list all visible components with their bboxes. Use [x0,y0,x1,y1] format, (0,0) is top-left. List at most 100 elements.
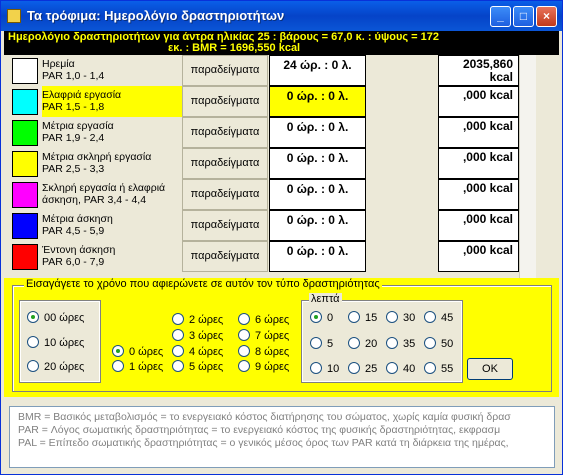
minimize-button[interactable]: _ [490,6,511,27]
note-pal: PAL = Επίπεδο σωματικής δραστηριότητας =… [18,437,509,449]
radio-dot [310,362,322,374]
summary-header: Ημερολόγιο δραστηριοτήτων για άντρα ηλικ… [4,31,559,55]
radio-dot [112,360,124,372]
time-cell[interactable]: 0 ώρ. : 0 λ. [269,148,366,179]
radio-dot [238,329,250,341]
radio-dot [172,345,184,357]
radio-00-hours[interactable]: 00 ώρες [27,311,84,327]
radio-dot [27,336,39,348]
radio-dot [238,313,250,325]
radio-minutes-25[interactable]: 25 [348,362,377,378]
radio-dot [310,337,322,349]
radio-minutes-5[interactable]: 5 [310,337,333,353]
examples-button[interactable]: παραδείγματα [182,117,268,148]
radio-8-hours[interactable]: 8 ώρες [238,345,289,361]
examples-button[interactable]: παραδείγματα [182,241,268,272]
radio-dot [424,337,436,349]
examples-button[interactable]: παραδείγματα [182,86,268,117]
kcal-cell: ,000 kcal [438,210,519,241]
radio-0-hours[interactable]: 0 ώρες [112,345,163,361]
radio-5-hours[interactable]: 5 ώρες [172,360,223,376]
panel-legend: Εισαγάγετε το χρόνο που αφιερώνετε σε αυ… [24,278,382,290]
radio-2-hours[interactable]: 2 ώρες [172,313,223,329]
vertical-scrollbar[interactable] [519,55,536,279]
close-button[interactable]: × [536,6,557,27]
radio-minutes-10[interactable]: 10 [310,362,339,378]
radio-dot [112,345,124,357]
radio-dot [386,311,398,323]
minutes-title: λεπτά [309,293,342,305]
radio-dot [238,345,250,357]
radio-minutes-55[interactable]: 55 [424,362,453,378]
kcal-cell: ,000 kcal [438,241,519,272]
examples-button[interactable]: παραδείγματα [182,210,268,241]
radio-minutes-45[interactable]: 45 [424,311,453,327]
radio-dot [348,311,360,323]
activity-row: Μέτρια σκληρή εργασία PAR 2,5 - 3,3 παραδ… [4,148,519,179]
radio-minutes-20[interactable]: 20 [348,337,377,353]
radio-dot [238,360,250,372]
time-cell[interactable]: 0 ώρ. : 0 λ. [269,210,366,241]
color-swatch [12,120,38,146]
activity-label: Έντονη άσκηση PAR 6,0 - 7,9 [42,244,116,268]
color-swatch [12,151,38,177]
activity-label: Μέτρια άσκηση PAR 4,5 - 5,9 [42,213,113,237]
tens-hours-group: 00 ώρες 10 ώρες 20 ώρες [19,300,101,383]
radio-9-hours[interactable]: 9 ώρες [238,360,289,376]
time-cell[interactable]: 0 ώρ. : 0 λ. [269,117,366,148]
activity-row: Μέτρια άσκηση PAR 4,5 - 5,9 παραδείγματα … [4,210,519,241]
activity-label: Μέτρια σκληρή εργασία PAR 2,5 - 3,3 [42,151,152,175]
kcal-cell: 2035,860 kcal [438,55,519,86]
activity-row: Μέτρια εργασία PAR 1,9 - 2,4 παραδείγματα… [4,117,519,148]
definitions-box[interactable]: BMR = Βασικός μεταβολισμός = το ενεργεια… [9,406,555,468]
time-cell[interactable]: 0 ώρ. : 0 λ. [269,241,366,272]
radio-minutes-15[interactable]: 15 [348,311,377,327]
radio-minutes-50[interactable]: 50 [424,337,453,353]
kcal-cell: ,000 kcal [438,179,519,210]
note-bmr: BMR = Βασικός μεταβολισμός = το ενεργεια… [18,411,511,423]
activity-label: Μέτρια εργασία PAR 1,9 - 2,4 [42,120,114,144]
app-icon [7,9,21,23]
radio-4-hours[interactable]: 4 ώρες [172,345,223,361]
radio-6-hours[interactable]: 6 ώρες [238,313,289,329]
time-entry-panel: Εισαγάγετε το χρόνο που αφιερώνετε σε αυ… [4,278,559,397]
activity-label: Ελαφριά εργασία PAR 1,5 - 1,8 [42,86,182,117]
radio-dot [424,362,436,374]
activity-label: Σκληρή εργασία ή ελαφριά άσκηση, PAR 3,4 … [42,182,166,206]
activity-row: Σκληρή εργασία ή ελαφριά άσκηση, PAR 3,4 … [4,179,519,210]
kcal-cell: ,000 kcal [438,148,519,179]
time-cell[interactable]: 0 ώρ. : 0 λ. [269,179,366,210]
radio-10-hours[interactable]: 10 ώρες [27,336,84,352]
kcal-cell: ,000 kcal [438,117,519,148]
time-cell[interactable]: 0 ώρ. : 0 λ. [269,86,366,117]
examples-button[interactable]: παραδείγματα [182,179,268,210]
color-swatch [12,89,38,115]
ok-button[interactable]: OK [467,358,513,380]
minutes-group: λεπτά 0 15 30 45 5 20 35 50 10 25 40 55 [301,293,463,383]
title-bar[interactable]: Τα τρόφιμα: Ημερολόγιο δραστηριοτήτων _ … [1,1,562,31]
radio-dot [172,360,184,372]
activity-row: Ελαφριά εργασία PAR 1,5 - 1,8 παραδείγματ… [4,86,519,117]
radio-dot [172,313,184,325]
radio-minutes-30[interactable]: 30 [386,311,415,327]
activity-row: Ηρεμία PAR 1,0 - 1,4 παραδείγματα 24 ώρ. … [4,55,519,86]
examples-button[interactable]: παραδείγματα [182,55,268,86]
note-par: PAR = Λόγος σωματικής δραστηριότητας = τ… [18,424,501,436]
radio-dot [348,362,360,374]
color-swatch [12,244,38,270]
radio-minutes-40[interactable]: 40 [386,362,415,378]
radio-3-hours[interactable]: 3 ώρες [172,329,223,345]
radio-20-hours[interactable]: 20 ώρες [27,360,84,376]
radio-dot [27,360,39,372]
radio-minutes-35[interactable]: 35 [386,337,415,353]
kcal-cell: ,000 kcal [438,86,519,117]
color-swatch [12,58,38,84]
radio-1-hours[interactable]: 1 ώρες [112,360,163,376]
maximize-button[interactable]: □ [513,6,534,27]
radio-7-hours[interactable]: 7 ώρες [238,329,289,345]
app-window: Τα τρόφιμα: Ημερολόγιο δραστηριοτήτων _ … [0,0,563,475]
time-cell[interactable]: 24 ώρ. : 0 λ. [269,55,366,86]
radio-minutes-0[interactable]: 0 [310,311,333,327]
window-title: Τα τρόφιμα: Ημερολόγιο δραστηριοτήτων [27,8,285,23]
examples-button[interactable]: παραδείγματα [182,148,268,179]
